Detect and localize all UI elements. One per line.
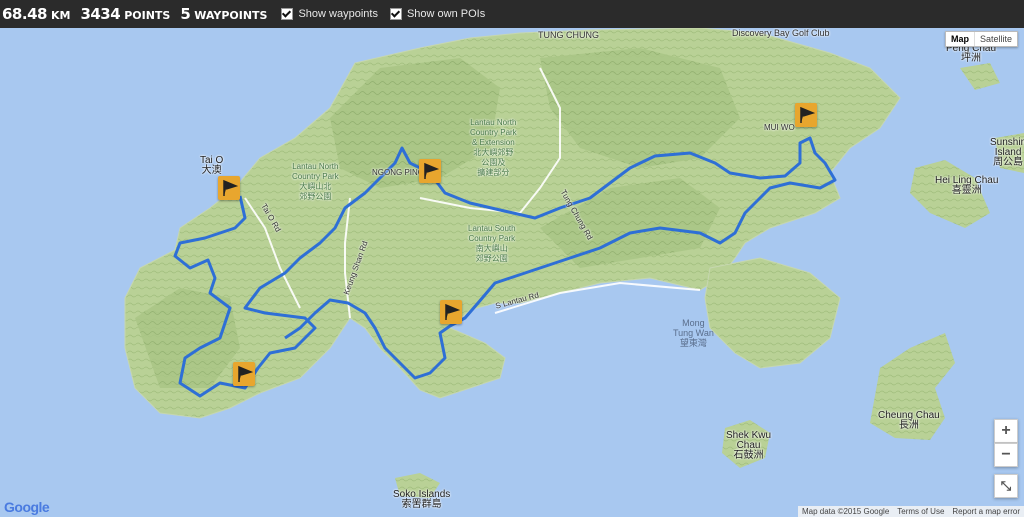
- waypoints-stat: 5 WAYPOINTS: [180, 5, 267, 23]
- label-ngong-ping: NGONG PING: [372, 168, 425, 177]
- waypoint-flag-icon[interactable]: [218, 176, 240, 200]
- label-mong-tung-wan: Mong Tung Wan 望東灣: [673, 318, 714, 348]
- waypoint-flag-icon[interactable]: [440, 300, 462, 324]
- label-cheung-chau: Cheung Chau 長洲: [878, 410, 940, 431]
- label-tai-o: Tai O 大澳: [200, 155, 224, 176]
- waypoint-flag-icon[interactable]: [419, 159, 441, 183]
- checkbox-checked-icon[interactable]: [281, 8, 294, 20]
- show-waypoints-checkbox[interactable]: Show waypoints: [281, 8, 378, 20]
- show-pois-checkbox[interactable]: Show own POIs: [389, 8, 486, 20]
- stats-toolbar: 68.48 KM 3434 POINTS 5 WAYPOINTS Show wa…: [0, 0, 1024, 28]
- label-discovery-bay: Discovery Bay Golf Club: [732, 28, 830, 38]
- google-logo: Google: [4, 499, 50, 515]
- terms-link[interactable]: Terms of Use: [893, 506, 948, 517]
- waypoints-unit: WAYPOINTS: [194, 9, 268, 22]
- peng-chau: [960, 63, 1000, 90]
- chi-ma-wan: [704, 257, 841, 369]
- zoom-in-button[interactable]: +: [994, 419, 1018, 443]
- label-tung-chung: TUNG CHUNG: [538, 30, 599, 40]
- points-unit: POINTS: [124, 9, 171, 22]
- distance-stat: 68.48 KM: [2, 5, 70, 23]
- distance-unit: KM: [50, 9, 71, 22]
- zoom-out-button[interactable]: −: [994, 443, 1018, 467]
- label-sunshine-island: Sunshin Island 周公島: [990, 137, 1024, 168]
- label-shek-kwu-chau: Shek Kwu Chau 石鼓洲: [726, 430, 772, 461]
- label-mui-wo: MUI WO: [764, 123, 795, 132]
- waypoint-flag-icon[interactable]: [233, 362, 255, 386]
- label-hei-ling-chau: Hei Ling Chau 喜靈洲: [935, 175, 999, 196]
- map-attribution: Map data ©2015 Google Terms of Use Repor…: [797, 506, 1024, 517]
- waypoints-value: 5: [180, 5, 191, 23]
- points-value: 3434: [80, 5, 121, 23]
- checkbox-checked-icon[interactable]: [389, 8, 402, 20]
- map-type-satellite-button[interactable]: Satellite: [975, 32, 1017, 46]
- map-canvas[interactable]: TUNG CHUNG Discovery Bay Golf Club Peng …: [0, 28, 1024, 517]
- label-lantau-north-extension: Lantau North Country Park & Extension 北大嶼郊野…: [470, 118, 517, 177]
- waypoint-flag-icon[interactable]: [795, 103, 817, 127]
- label-soko-islands: Soko Islands 索罟群島: [393, 489, 451, 510]
- label-peng-chau: Peng Chau 坪洲: [946, 43, 997, 64]
- distance-value: 68.48: [2, 5, 47, 23]
- report-error-link[interactable]: Report a map error: [948, 506, 1024, 517]
- label-lantau-north-country-park: Lantau North Country Park 大嶼山北 郊野公園: [292, 162, 339, 201]
- map-type-map-button[interactable]: Map: [946, 32, 975, 46]
- map-terrain: [124, 28, 1024, 498]
- map-type-control: Map Satellite: [944, 31, 1018, 47]
- map-data-text: Map data ©2015 Google: [801, 507, 890, 516]
- show-waypoints-label: Show waypoints: [298, 8, 378, 20]
- fullscreen-icon[interactable]: ⤡: [994, 474, 1018, 498]
- points-stat: 3434 POINTS: [80, 5, 170, 23]
- show-pois-label: Show own POIs: [406, 8, 486, 20]
- label-lantau-south-country-park: Lantau South Country Park 南大嶼山 郊野公園: [468, 224, 516, 263]
